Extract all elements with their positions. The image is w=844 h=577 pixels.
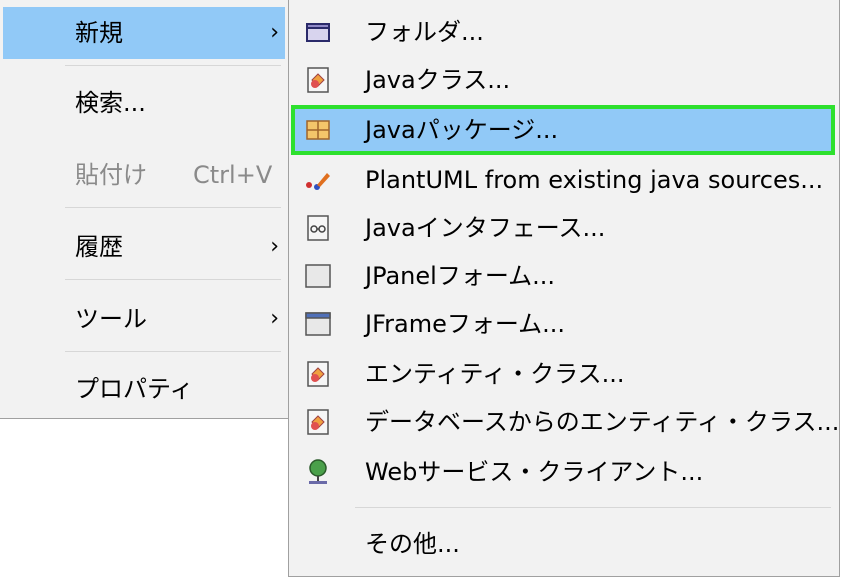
- submenu-item-folder[interactable]: フォルダ...: [293, 9, 833, 55]
- submenu-item-label: JFrameフォーム...: [365, 310, 566, 338]
- submenu-item-entity-class[interactable]: エンティティ・クラス...: [293, 351, 833, 397]
- web-service-client-icon: [309, 459, 327, 484]
- submenu-item-jframe-form[interactable]: JFrameフォーム...: [293, 301, 833, 347]
- plantuml-icon: [306, 173, 330, 190]
- submenu-arrow-icon: ›: [270, 20, 279, 45]
- submenu-item-java-package[interactable]: Javaパッケージ...: [291, 105, 835, 155]
- menu-item-tools[interactable]: ツール ›: [3, 293, 285, 345]
- jpanel-form-icon: [305, 264, 331, 288]
- entity-from-database-icon: [307, 409, 329, 435]
- context-menu: 新規 › 検索... 貼付け Ctrl+V 履歴 › ツール › プロパティ: [0, 0, 290, 419]
- submenu-item-java-class[interactable]: Javaクラス...: [293, 57, 833, 103]
- jframe-form-icon: [305, 312, 331, 336]
- submenu-item-plantuml[interactable]: PlantUML from existing java sources...: [293, 157, 833, 203]
- menu-item-tools-label: ツール: [75, 305, 147, 333]
- submenu-item-label: エンティティ・クラス...: [365, 360, 625, 388]
- submenu-arrow-icon: ›: [270, 306, 279, 331]
- menu-separator: [355, 507, 831, 508]
- submenu-item-label: Javaパッケージ...: [365, 116, 559, 144]
- menu-item-history-label: 履歴: [75, 233, 123, 261]
- paste-shortcut: Ctrl+V: [193, 161, 273, 189]
- menu-separator: [65, 279, 281, 280]
- submenu-item-java-interface[interactable]: Javaインタフェース...: [293, 205, 833, 251]
- submenu-item-label: Webサービス・クライアント...: [365, 458, 704, 486]
- submenu-item-jpanel-form[interactable]: JPanelフォーム...: [293, 253, 833, 299]
- submenu-item-label: その他...: [365, 530, 460, 558]
- menu-separator: [65, 351, 281, 352]
- submenu-item-entity-from-database[interactable]: データベースからのエンティティ・クラス...: [293, 399, 839, 445]
- submenu-item-label: Javaインタフェース...: [365, 214, 606, 242]
- menu-item-properties[interactable]: プロパティ: [3, 363, 285, 415]
- java-package-icon: [306, 120, 330, 140]
- folder-icon: [306, 23, 330, 42]
- menu-separator: [65, 207, 281, 208]
- submenu-item-label: データベースからのエンティティ・クラス...: [365, 408, 840, 436]
- submenu-item-label: Javaクラス...: [365, 66, 511, 94]
- menu-item-search[interactable]: 検索...: [3, 77, 285, 129]
- menu-item-new-label: 新規: [75, 19, 123, 47]
- submenu-item-label: PlantUML from existing java sources...: [365, 166, 824, 194]
- submenu-item-web-service-client[interactable]: Webサービス・クライアント...: [293, 449, 833, 495]
- menu-separator: [65, 65, 281, 66]
- submenu-arrow-icon: ›: [270, 234, 279, 259]
- menu-item-properties-label: プロパティ: [75, 375, 194, 403]
- submenu-item-label: JPanelフォーム...: [365, 262, 555, 290]
- menu-item-paste-label: 貼付け: [75, 161, 147, 189]
- menu-item-new[interactable]: 新規 ›: [3, 7, 285, 59]
- entity-class-icon: [307, 361, 329, 387]
- submenu-item-other[interactable]: その他...: [293, 521, 833, 567]
- submenu-item-label: フォルダ...: [365, 18, 484, 46]
- new-submenu: フォルダ... Javaクラス... Javaパッケージ... PlantUML…: [288, 0, 840, 577]
- menu-item-history[interactable]: 履歴 ›: [3, 221, 285, 273]
- java-class-icon: [307, 67, 329, 93]
- menu-item-search-label: 検索...: [75, 89, 146, 117]
- java-interface-icon: [307, 215, 329, 241]
- menu-item-paste: 貼付け Ctrl+V: [3, 149, 285, 201]
